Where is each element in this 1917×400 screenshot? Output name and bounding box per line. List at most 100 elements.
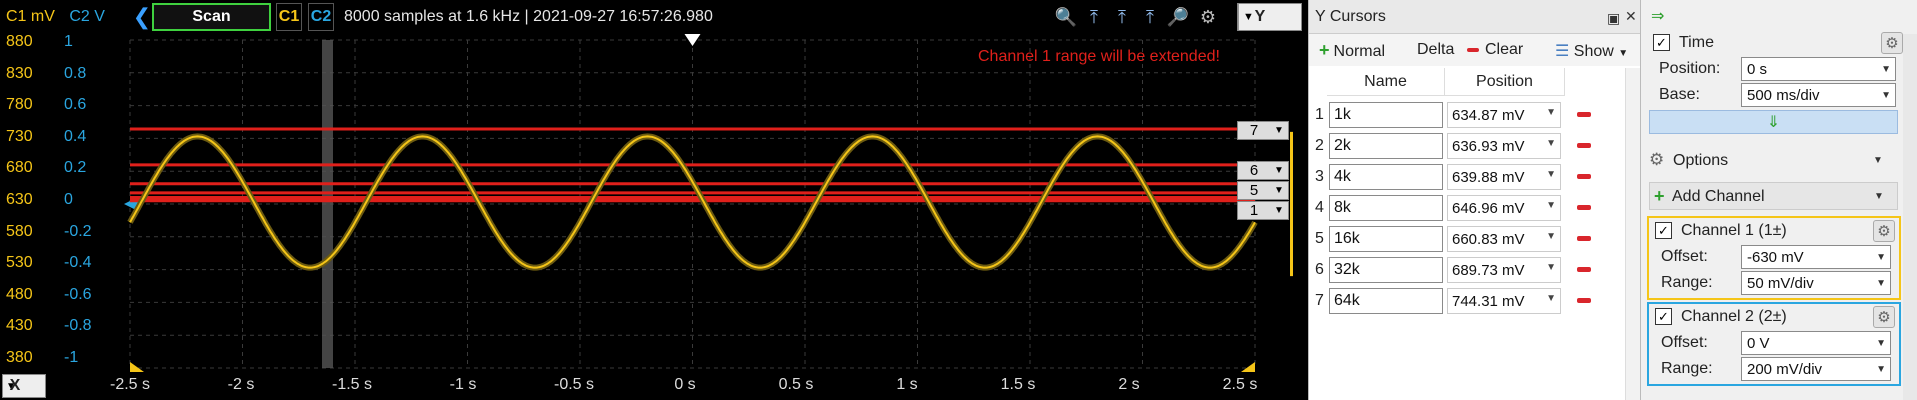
chevron-down-icon: ▼	[1546, 293, 1556, 304]
cursor-position-select[interactable]: 634.87 mV ▼	[1447, 102, 1561, 128]
x-axis-select[interactable]: X ▼	[2, 374, 46, 398]
remove-icon	[1467, 47, 1479, 52]
close-icon[interactable]: ✕	[1625, 8, 1637, 25]
cursor-index: 1	[1315, 106, 1324, 123]
cursor-row: 5 16k 660.83 mV ▼	[1309, 224, 1617, 254]
y-cursors-title-bar: Y Cursors ▣ ✕	[1309, 0, 1640, 34]
cursor-index: 7	[1315, 292, 1324, 309]
undock-icon[interactable]: ▣	[1607, 10, 1620, 27]
settings-panel: ⇒ ✓ Time ⚙ Position: 0 s ▼ Base: 500 ms/d…	[1640, 0, 1917, 400]
cursor-name-input[interactable]: 2k	[1329, 133, 1443, 159]
cursor-position-select[interactable]: 660.83 mV ▼	[1447, 226, 1561, 252]
add-channel-button[interactable]: + Add Channel ▼	[1649, 182, 1898, 210]
gear-icon[interactable]: ⚙	[1873, 306, 1895, 328]
collapse-arrow-icon[interactable]: ⇒	[1651, 6, 1664, 26]
channel2-offset-select[interactable]: 0 V ▼	[1741, 331, 1891, 355]
cursor-position-select[interactable]: 639.88 mV ▼	[1447, 164, 1561, 190]
chevron-down-icon: ▼	[1876, 364, 1886, 375]
time-base-label: Base:	[1659, 86, 1700, 103]
cursor-tag-5[interactable]: 5 ▼	[1237, 181, 1289, 200]
time-position-label: Position:	[1659, 60, 1721, 77]
time-marker-band	[322, 40, 333, 368]
cursor-name-input[interactable]: 16k	[1329, 226, 1443, 252]
time-position-select[interactable]: 0 s ▼	[1741, 57, 1896, 81]
cursor-tag-label: 6	[1249, 162, 1259, 179]
channel2-range-label: Range:	[1661, 360, 1713, 377]
channel2-title: Channel 2 (2±)	[1681, 308, 1787, 325]
channel1-checkbox[interactable]: ✓	[1655, 222, 1672, 239]
chevron-down-icon: ▼	[1274, 185, 1284, 196]
list-icon: ☰	[1555, 43, 1570, 60]
waveforms-app: ❮ Scan C1 C2 8000 samples at 1.6 kHz | 2…	[0, 0, 1917, 400]
cursor-row: 7 64k 744.31 mV ▼	[1309, 286, 1617, 316]
cursor-name-input[interactable]: 64k	[1329, 288, 1443, 314]
cursor-name-input[interactable]: 4k	[1329, 164, 1443, 190]
channel1-offset-select[interactable]: -630 mV ▼	[1741, 245, 1891, 269]
y-cursors-panel: Y Cursors ▣ ✕ + Normal Delta Clear ☰ Show…	[1308, 0, 1641, 400]
chevron-down-icon: ▼	[1546, 231, 1556, 242]
chevron-down-icon: ▼	[1546, 107, 1556, 118]
remove-cursor-icon[interactable]	[1577, 236, 1591, 241]
x-select-label: X	[9, 377, 21, 394]
time-checkbox[interactable]: ✓	[1653, 34, 1670, 51]
show-button[interactable]: ☰ Show ▼	[1555, 41, 1628, 61]
remove-cursor-icon[interactable]	[1577, 298, 1591, 303]
cursor-position-select[interactable]: 646.96 mV ▼	[1447, 195, 1561, 221]
cursor-tag-label: 1	[1249, 202, 1259, 219]
remove-cursor-icon[interactable]	[1577, 174, 1591, 179]
chevron-down-icon: ▼	[1546, 200, 1556, 211]
remove-cursor-icon[interactable]	[1577, 112, 1591, 117]
down-arrow-icon: ⇓	[1766, 114, 1781, 131]
cursor-index: 5	[1315, 230, 1324, 247]
options-button[interactable]: Options	[1673, 152, 1728, 170]
delta-button[interactable]: Delta	[1417, 41, 1454, 59]
remove-cursor-icon[interactable]	[1577, 267, 1591, 272]
time-base-select[interactable]: 500 ms/div ▼	[1741, 83, 1896, 107]
channel1-offset-label: Offset:	[1661, 248, 1708, 265]
settings-scrollbar[interactable]	[1903, 34, 1917, 400]
gear-icon[interactable]: ⚙	[1873, 220, 1895, 242]
remove-cursor-icon[interactable]	[1577, 143, 1591, 148]
cursor-position-select[interactable]: 689.73 mV ▼	[1447, 257, 1561, 283]
plus-icon: +	[1654, 186, 1665, 206]
time-expand-button[interactable]: ⇓	[1649, 110, 1898, 134]
cursor-name-input[interactable]: 8k	[1329, 195, 1443, 221]
cursor-index: 4	[1315, 199, 1324, 216]
channel1-range-select[interactable]: 50 mV/div ▼	[1741, 271, 1891, 295]
cursor-row: 2 2k 636.93 mV ▼	[1309, 131, 1617, 161]
cursor-name-input[interactable]: 32k	[1329, 257, 1443, 283]
clear-button[interactable]: Clear	[1467, 41, 1523, 59]
channel1-range-label: Range:	[1661, 274, 1713, 291]
range-marker-left	[130, 362, 144, 372]
remove-cursor-icon[interactable]	[1577, 205, 1591, 210]
cursor-tag-1[interactable]: 1 ▼	[1237, 201, 1289, 220]
y-cursors-toolbar: + Normal Delta Clear ☰ Show ▼	[1309, 34, 1641, 66]
cursor-tag-6[interactable]: 6 ▼	[1237, 161, 1289, 180]
chevron-down-icon: ▼	[1274, 125, 1284, 136]
channel2-checkbox[interactable]: ✓	[1655, 308, 1672, 325]
chevron-down-icon: ▼	[1876, 278, 1886, 289]
chevron-down-icon: ▼	[1546, 169, 1556, 180]
gear-icon[interactable]: ⚙	[1881, 32, 1903, 54]
scope-view[interactable]: ❮ Scan C1 C2 8000 samples at 1.6 kHz | 2…	[0, 0, 1308, 400]
plus-icon: +	[1319, 40, 1330, 60]
channel1-title: Channel 1 (1±)	[1681, 222, 1787, 239]
cursor-index: 3	[1315, 168, 1324, 185]
column-header-name: Name	[1327, 68, 1445, 96]
cursor-row: 4 8k 646.96 mV ▼	[1309, 193, 1617, 223]
panel-title: Y Cursors	[1315, 7, 1386, 25]
cursor-position-select[interactable]: 636.93 mV ▼	[1447, 133, 1561, 159]
signal-histogram	[1290, 131, 1293, 277]
cursor-tag-7[interactable]: 7 ▼	[1237, 121, 1289, 140]
chevron-down-icon: ▼	[1881, 64, 1891, 75]
chevron-down-icon[interactable]: ▼	[1873, 155, 1883, 166]
channel2-range-select[interactable]: 200 mV/div ▼	[1741, 357, 1891, 381]
range-marker-right	[1241, 362, 1255, 372]
cursor-index: 6	[1315, 261, 1324, 278]
vertical-scrollbar[interactable]	[1625, 68, 1641, 400]
normal-button[interactable]: + Normal	[1319, 40, 1385, 61]
cursor-name-input[interactable]: 1k	[1329, 102, 1443, 128]
cursor-position-select[interactable]: 744.31 mV ▼	[1447, 288, 1561, 314]
chevron-down-icon: ▼	[1618, 48, 1629, 59]
gear-icon: ⚙	[1649, 150, 1665, 169]
